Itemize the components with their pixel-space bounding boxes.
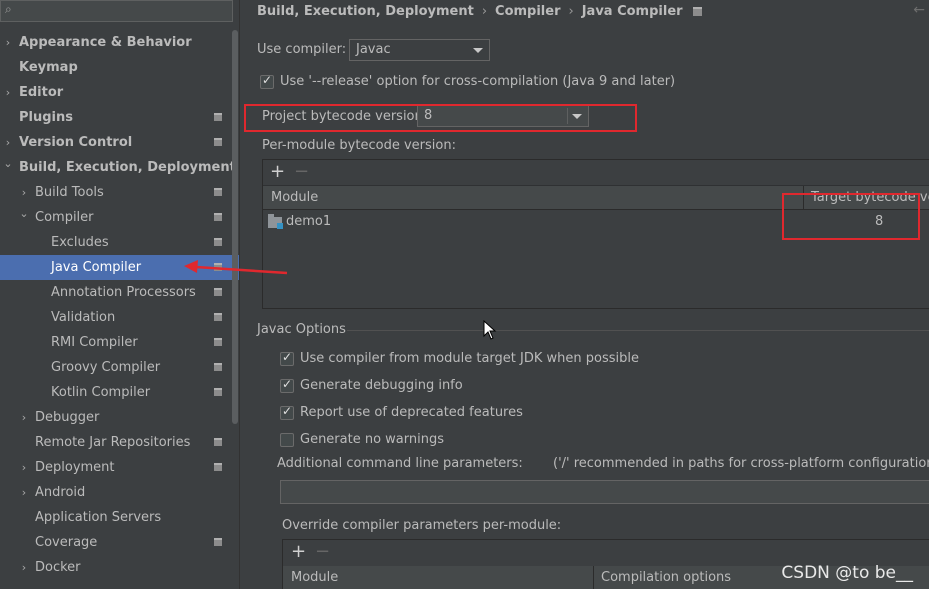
watermark: CSDN @to be__ [781,563,913,583]
mouse-cursor-icon [483,320,497,340]
annotation-arrow [184,260,288,275]
